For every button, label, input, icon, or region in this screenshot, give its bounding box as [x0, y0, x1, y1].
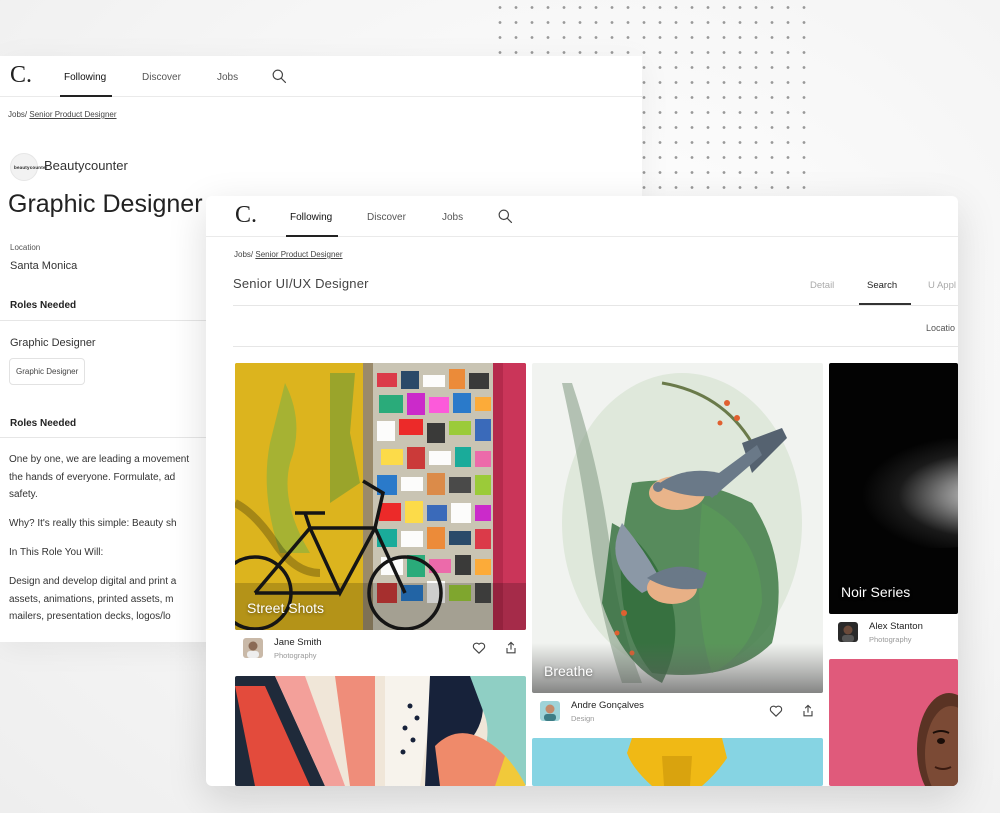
nav-jobs[interactable]: Jobs — [442, 212, 463, 223]
top-nav: C. Following Discover Jobs — [206, 196, 958, 237]
breadcrumb-root[interactable]: Jobs/ — [234, 250, 253, 259]
nav-active-underline — [60, 95, 112, 97]
location-value: Santa Monica — [10, 260, 78, 272]
share-icon[interactable] — [800, 703, 816, 719]
description-paragraph: One by one, we are leading a movement th… — [9, 454, 190, 500]
search-icon[interactable] — [497, 208, 514, 225]
author-role: Photography — [869, 635, 912, 644]
search-icon[interactable] — [271, 68, 288, 85]
breadcrumb-link[interactable]: Senior Product Designer — [255, 250, 342, 259]
project-card-street-shots[interactable]: Street Shots — [235, 363, 526, 630]
avatar[interactable] — [243, 638, 263, 658]
nav-jobs[interactable]: Jobs — [217, 72, 238, 83]
card-title: Breathe — [544, 663, 594, 679]
card-title: Street Shots — [247, 600, 325, 616]
page-title: Senior UI/UX Designer — [233, 276, 369, 291]
heart-icon[interactable] — [471, 640, 487, 656]
nav-active-underline — [286, 235, 338, 237]
nav-discover[interactable]: Discover — [367, 212, 406, 223]
role-name: Graphic Designer — [10, 337, 96, 349]
why-paragraph: Why? It's really this simple: Beauty sh — [9, 518, 177, 529]
breadcrumb-root[interactable]: Jobs/ — [8, 110, 27, 119]
street-shots-image — [235, 363, 526, 630]
share-icon[interactable] — [503, 640, 519, 656]
divider — [0, 320, 210, 321]
tab-search[interactable]: Search — [867, 280, 897, 291]
project-card-portrait[interactable] — [829, 659, 958, 786]
tab-applied[interactable]: U Appl — [928, 280, 956, 291]
avatar[interactable] — [540, 701, 560, 721]
nav-following[interactable]: Following — [64, 72, 106, 83]
filter-divider — [233, 346, 958, 347]
brand-logo[interactable]: C. — [235, 202, 257, 229]
card-title: Noir Series — [841, 584, 911, 600]
avatar[interactable] — [838, 622, 858, 642]
tabs-divider — [233, 305, 958, 306]
location-label: Location — [10, 243, 41, 252]
author-role: Photography — [274, 651, 317, 660]
role-intro: In This Role You Will: — [9, 547, 104, 558]
fashion-image — [532, 738, 823, 786]
responsibilities-paragraph: Design and develop digital and print a a… — [9, 576, 177, 622]
tab-detail[interactable]: Detail — [810, 280, 834, 291]
breadcrumb: Jobs/ Senior Product Designer — [8, 110, 117, 119]
roles-heading: Roles Needed — [10, 300, 77, 311]
project-card-fashion[interactable] — [532, 738, 823, 786]
author-role: Design — [571, 714, 595, 723]
breadcrumb-link[interactable]: Senior Product Designer — [29, 110, 116, 119]
project-card-breathe[interactable]: Breathe — [532, 363, 823, 693]
nav-following[interactable]: Following — [290, 212, 332, 223]
author-name[interactable]: Alex Stanton — [869, 621, 923, 632]
author-name[interactable]: Jane Smith — [274, 637, 322, 648]
nav-discover[interactable]: Discover — [142, 72, 181, 83]
brand-logo[interactable]: C. — [10, 62, 32, 89]
project-card-noir-series[interactable]: Noir Series — [829, 363, 958, 614]
search-results-window: C. Following Discover Jobs Jobs/ Senior … — [206, 196, 958, 786]
divider-2 — [0, 437, 210, 438]
company-logo: beautycounter — [10, 153, 47, 181]
roles-heading-2: Roles Needed — [10, 418, 77, 429]
job-title: Graphic Designer — [8, 190, 203, 218]
heart-icon[interactable] — [768, 703, 784, 719]
location-filter[interactable]: Locatio — [926, 323, 955, 333]
role-chip[interactable]: Graphic Designer — [9, 358, 86, 385]
portrait-image — [829, 659, 958, 786]
project-card-abstract[interactable] — [235, 676, 526, 786]
breadcrumb: Jobs/ Senior Product Designer — [234, 250, 343, 259]
abstract-art-image — [235, 676, 526, 786]
breathe-image — [532, 363, 823, 693]
author-name[interactable]: Andre Gonçalves — [571, 700, 644, 711]
company-name[interactable]: Beautycounter — [44, 158, 128, 173]
noir-series-image — [829, 363, 958, 614]
top-nav: C. Following Discover Jobs — [0, 56, 642, 97]
